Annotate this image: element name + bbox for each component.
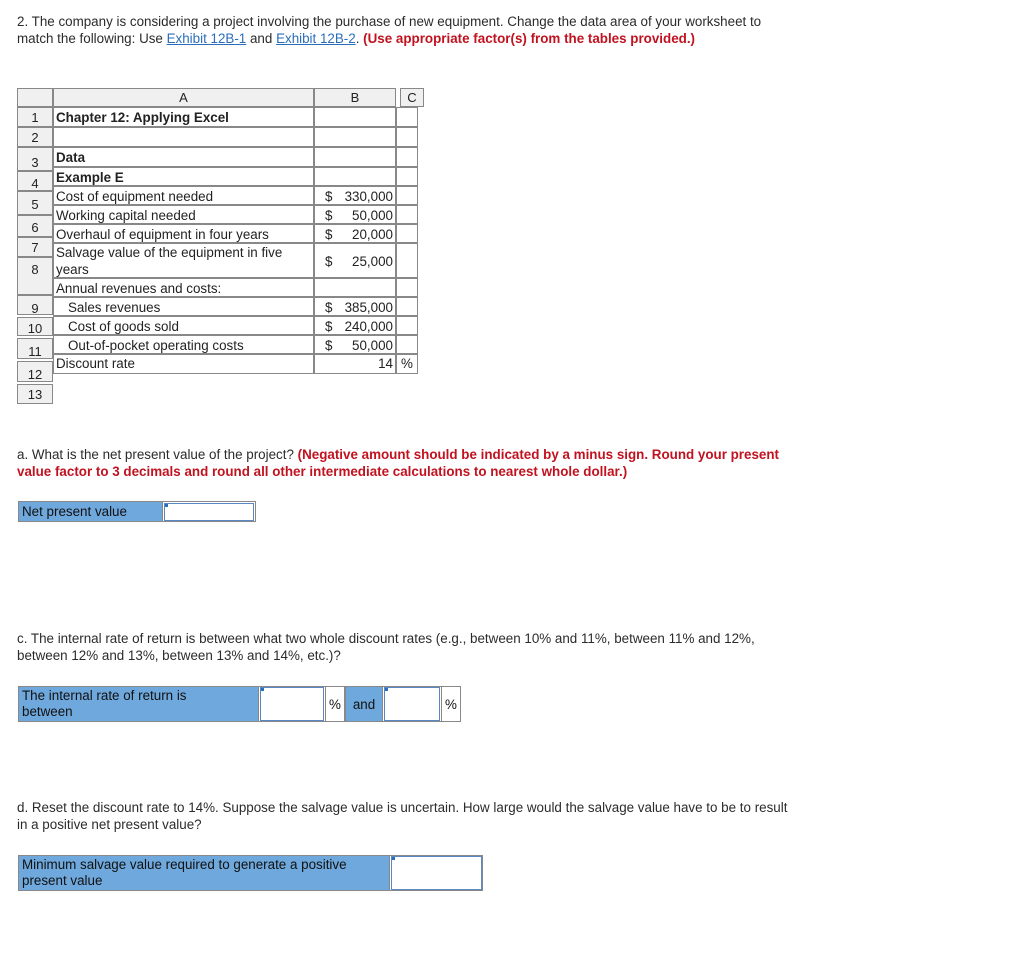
npv-label: Net present value bbox=[18, 501, 163, 522]
salvage-label-line2: present value bbox=[22, 873, 103, 888]
dollar-sign: $ bbox=[325, 208, 333, 223]
exhibit-12b-1-link[interactable]: Exhibit 12B-1 bbox=[167, 31, 247, 46]
cell-c3 bbox=[396, 147, 418, 167]
row-number-7: 7 bbox=[17, 237, 53, 257]
cell-annual-revenues-label: Annual revenues and costs: bbox=[53, 278, 314, 297]
dollar-sign: $ bbox=[325, 189, 333, 204]
cell-out-of-pocket-label: Out-of-pocket operating costs bbox=[53, 335, 314, 354]
instruction-text: (Use appropriate factor(s) from the tabl… bbox=[363, 31, 696, 46]
question-intro: 2. The company is considering a project … bbox=[17, 13, 777, 47]
part-c-question: c. The internal rate of return is betwee… bbox=[17, 631, 755, 663]
row-number-11: 11 bbox=[17, 338, 53, 359]
cell-sales-revenues-label: Sales revenues bbox=[53, 297, 314, 316]
cell-cost-equipment-value: $330,000 bbox=[314, 186, 396, 205]
salvage-label-line1: Salvage value of the equipment in five bbox=[56, 245, 283, 260]
salvage-label-line2: years bbox=[56, 262, 89, 277]
cell-working-capital-value: $50,000 bbox=[314, 205, 396, 224]
part-a-question-text: a. What is the net present value of the … bbox=[17, 447, 298, 462]
part-a-question: a. What is the net present value of the … bbox=[17, 446, 787, 480]
cell-c6 bbox=[396, 205, 418, 224]
cell-c5 bbox=[396, 186, 418, 205]
row-number-5: 5 bbox=[17, 191, 53, 215]
cell-overhaul-label: Overhaul of equipment in four years bbox=[53, 224, 314, 243]
cell-sales-revenues-value: $385,000 bbox=[314, 297, 396, 316]
irr-label-line2: between bbox=[22, 704, 73, 719]
row-number-1: 1 bbox=[17, 107, 53, 127]
irr-lower-rate-input[interactable] bbox=[260, 687, 324, 721]
irr-and-label: and bbox=[345, 686, 383, 722]
irr-label-line1: The internal rate of return is bbox=[22, 688, 187, 703]
cell-c2 bbox=[396, 127, 418, 147]
row-number-2: 2 bbox=[17, 127, 53, 147]
row-number-4: 4 bbox=[17, 171, 53, 191]
cell-cost-equipment-label: Cost of equipment needed bbox=[53, 186, 314, 205]
cell-discount-rate-unit: % bbox=[396, 354, 418, 374]
row-number-8: 8 bbox=[17, 257, 53, 295]
cell-cogs-value: $240,000 bbox=[314, 316, 396, 335]
exhibit-12b-2-link[interactable]: Exhibit 12B-2 bbox=[276, 31, 356, 46]
cell-b-annual bbox=[314, 278, 396, 297]
cell-c-annual bbox=[396, 278, 418, 297]
row-number-9: 9 bbox=[17, 295, 53, 316]
value: 20,000 bbox=[352, 227, 393, 242]
input-marker-icon bbox=[392, 857, 395, 860]
cell-cogs-label: Cost of goods sold bbox=[53, 316, 314, 335]
irr-upper-rate-input[interactable] bbox=[384, 687, 440, 721]
dollar-sign: $ bbox=[325, 227, 333, 242]
cell-b3 bbox=[314, 147, 396, 167]
column-header-c: C bbox=[400, 88, 424, 107]
value: 50,000 bbox=[352, 338, 393, 353]
row-number-13: 13 bbox=[17, 384, 53, 404]
cell-c11 bbox=[396, 335, 418, 354]
cell-salvage-value: $25,000 bbox=[314, 243, 396, 278]
cell-b4 bbox=[314, 167, 396, 186]
cell-c7 bbox=[396, 224, 418, 243]
dollar-sign: $ bbox=[325, 338, 333, 353]
row-number-6: 6 bbox=[17, 215, 53, 237]
input-marker-icon bbox=[165, 504, 168, 507]
salvage-label: Minimum salvage value required to genera… bbox=[18, 855, 390, 891]
cell-a1-title: Chapter 12: Applying Excel bbox=[53, 107, 314, 127]
cell-c1 bbox=[396, 107, 418, 127]
dollar-sign: $ bbox=[325, 254, 333, 269]
cell-data-heading: Data bbox=[53, 147, 314, 167]
cell-overhaul-value: $20,000 bbox=[314, 224, 396, 243]
cell-discount-rate-label: Discount rate bbox=[53, 354, 314, 374]
dollar-sign: $ bbox=[325, 300, 333, 315]
cell-discount-rate-value: 14 bbox=[314, 354, 396, 374]
irr-label: The internal rate of return is between bbox=[18, 686, 259, 722]
part-d-question: d. Reset the discount rate to 14%. Suppo… bbox=[17, 800, 788, 832]
value: 240,000 bbox=[344, 319, 393, 334]
cell-b1 bbox=[314, 107, 396, 127]
column-header-b: B bbox=[314, 88, 396, 107]
cell-working-capital-label: Working capital needed bbox=[53, 205, 314, 224]
cell-a2 bbox=[53, 127, 314, 147]
cell-c9 bbox=[396, 297, 418, 316]
npv-input[interactable] bbox=[164, 503, 254, 521]
input-marker-icon bbox=[385, 688, 388, 691]
corner-header bbox=[17, 88, 53, 107]
value: 25,000 bbox=[352, 254, 393, 269]
irr-upper-percent-unit: % bbox=[441, 686, 461, 722]
dollar-sign: $ bbox=[325, 319, 333, 334]
and-text: and bbox=[246, 31, 277, 46]
cell-salvage-label: Salvage value of the equipment in five ye… bbox=[53, 243, 314, 278]
value: 385,000 bbox=[344, 300, 393, 315]
cell-c4 bbox=[396, 167, 418, 186]
min-salvage-value-input[interactable] bbox=[391, 856, 482, 890]
cell-c8 bbox=[396, 243, 418, 278]
cell-example-e: Example E bbox=[53, 167, 314, 186]
salvage-label-line1: Minimum salvage value required to genera… bbox=[22, 857, 347, 872]
irr-lower-percent-unit: % bbox=[325, 686, 345, 722]
row-number-3: 3 bbox=[17, 147, 53, 171]
input-marker-icon bbox=[261, 688, 264, 691]
column-header-a: A bbox=[53, 88, 314, 107]
cell-c10 bbox=[396, 316, 418, 335]
value: 330,000 bbox=[344, 189, 393, 204]
cell-b2 bbox=[314, 127, 396, 147]
cell-out-of-pocket-value: $50,000 bbox=[314, 335, 396, 354]
row-number-12: 12 bbox=[17, 361, 53, 382]
row-number-10: 10 bbox=[17, 317, 53, 336]
value: 50,000 bbox=[352, 208, 393, 223]
